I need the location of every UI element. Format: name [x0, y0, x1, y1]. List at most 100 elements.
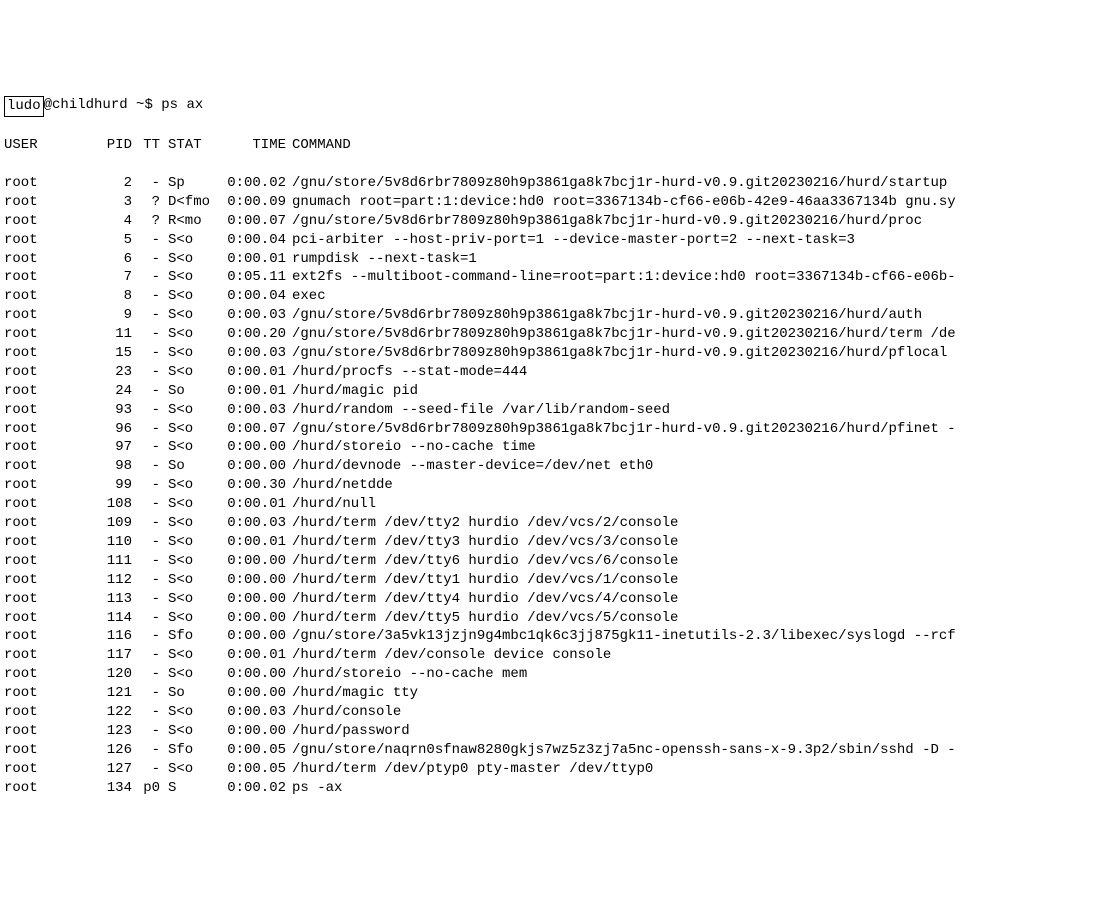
cell-tt: - — [140, 231, 164, 250]
cell-tt: - — [140, 457, 164, 476]
cell-time: 0:00.01 — [220, 646, 292, 665]
cell-user: root — [4, 646, 84, 665]
process-row: root2-Sp0:00.02/gnu/store/5v8d6rbr7809z8… — [4, 174, 1105, 193]
prompt-line[interactable]: ludo@childhurd ~$ ps ax — [4, 96, 1105, 117]
process-row: root97-S<o0:00.00/hurd/storeio --no-cach… — [4, 438, 1105, 457]
cell-tt: - — [140, 420, 164, 439]
cell-stat: S<o — [164, 571, 220, 590]
cell-pid: 110 — [84, 533, 140, 552]
cell-time: 0:00.07 — [220, 420, 292, 439]
cell-pid: 126 — [84, 741, 140, 760]
process-row: root112-S<o0:00.00/hurd/term /dev/tty1 h… — [4, 571, 1105, 590]
cell-pid: 134 — [84, 779, 140, 798]
cell-tt: - — [140, 684, 164, 703]
cell-command: /hurd/term /dev/tty6 hurdio /dev/vcs/6/c… — [292, 552, 1105, 571]
cell-user: root — [4, 609, 84, 628]
cell-stat: S<o — [164, 306, 220, 325]
cell-command: /hurd/term /dev/tty3 hurdio /dev/vcs/3/c… — [292, 533, 1105, 552]
process-row: root122-S<o0:00.03/hurd/console — [4, 703, 1105, 722]
cell-time: 0:00.00 — [220, 609, 292, 628]
cell-stat: R<mo — [164, 212, 220, 231]
process-row: root24-So0:00.01/hurd/magic pid — [4, 382, 1105, 401]
cell-stat: S<o — [164, 476, 220, 495]
cell-stat: S<o — [164, 609, 220, 628]
cell-tt: - — [140, 646, 164, 665]
process-row: root96-S<o0:00.07/gnu/store/5v8d6rbr7809… — [4, 420, 1105, 439]
cell-time: 0:00.00 — [220, 438, 292, 457]
cell-pid: 8 — [84, 287, 140, 306]
cell-pid: 4 — [84, 212, 140, 231]
cell-command: /hurd/term /dev/tty5 hurdio /dev/vcs/5/c… — [292, 609, 1105, 628]
cell-stat: Sp — [164, 174, 220, 193]
cell-stat: S<o — [164, 438, 220, 457]
cell-command: /hurd/term /dev/console device console — [292, 646, 1105, 665]
prompt-symbol: $ — [144, 97, 152, 113]
process-row: root116-Sfo0:00.00/gnu/store/3a5vk13jzjn… — [4, 627, 1105, 646]
cell-command: /hurd/storeio --no-cache time — [292, 438, 1105, 457]
cell-command: ext2fs --multiboot-command-line=root=par… — [292, 268, 1105, 287]
cell-command: gnumach root=part:1:device:hd0 root=3367… — [292, 193, 1105, 212]
cell-tt: - — [140, 325, 164, 344]
cell-user: root — [4, 457, 84, 476]
cell-user: root — [4, 514, 84, 533]
cell-time: 0:00.00 — [220, 590, 292, 609]
cell-user: root — [4, 174, 84, 193]
cell-time: 0:00.01 — [220, 495, 292, 514]
cell-user: root — [4, 760, 84, 779]
cell-pid: 123 — [84, 722, 140, 741]
cell-stat: S<o — [164, 533, 220, 552]
header-time: TIME — [220, 136, 292, 155]
cell-command: /gnu/store/5v8d6rbr7809z80h9p3861ga8k7bc… — [292, 344, 1105, 363]
cell-stat: So — [164, 457, 220, 476]
cell-pid: 113 — [84, 590, 140, 609]
cell-tt: - — [140, 401, 164, 420]
cell-command: /gnu/store/naqrn0sfnaw8280gkjs7wz5z3zj7a… — [292, 741, 1105, 760]
cell-stat: So — [164, 684, 220, 703]
cell-time: 0:00.02 — [220, 174, 292, 193]
cell-command: pci-arbiter --host-priv-port=1 --device-… — [292, 231, 1105, 250]
cell-pid: 108 — [84, 495, 140, 514]
cell-pid: 114 — [84, 609, 140, 628]
cell-stat: S<o — [164, 646, 220, 665]
cell-stat: Sfo — [164, 627, 220, 646]
cell-user: root — [4, 306, 84, 325]
cell-tt: ? — [140, 193, 164, 212]
cell-tt: - — [140, 174, 164, 193]
cell-command: /gnu/store/5v8d6rbr7809z80h9p3861ga8k7bc… — [292, 420, 1105, 439]
cell-command: /hurd/procfs --stat-mode=444 — [292, 363, 1105, 382]
cell-time: 0:00.03 — [220, 306, 292, 325]
cell-time: 0:00.00 — [220, 722, 292, 741]
cell-pid: 112 — [84, 571, 140, 590]
cell-time: 0:00.03 — [220, 401, 292, 420]
cell-time: 0:00.07 — [220, 212, 292, 231]
cell-user: root — [4, 476, 84, 495]
cell-pid: 2 — [84, 174, 140, 193]
cell-tt: - — [140, 552, 164, 571]
process-row: root121-So0:00.00/hurd/magic tty — [4, 684, 1105, 703]
cell-user: root — [4, 420, 84, 439]
cell-pid: 15 — [84, 344, 140, 363]
process-row: root99-S<o0:00.30/hurd/netdde — [4, 476, 1105, 495]
process-row: root6-S<o0:00.01rumpdisk --next-task=1 — [4, 250, 1105, 269]
header-tt: TT — [140, 136, 164, 155]
cell-tt: - — [140, 609, 164, 628]
cell-time: 0:00.30 — [220, 476, 292, 495]
cell-time: 0:00.01 — [220, 250, 292, 269]
cell-user: root — [4, 722, 84, 741]
process-row: root108-S<o0:00.01/hurd/null — [4, 495, 1105, 514]
cell-stat: D<fmo — [164, 193, 220, 212]
cell-time: 0:00.00 — [220, 665, 292, 684]
cell-command: /gnu/store/5v8d6rbr7809z80h9p3861ga8k7bc… — [292, 325, 1105, 344]
cell-stat: S<o — [164, 401, 220, 420]
cell-time: 0:00.01 — [220, 363, 292, 382]
cell-user: root — [4, 665, 84, 684]
cell-tt: - — [140, 590, 164, 609]
cell-user: root — [4, 590, 84, 609]
process-row: root111-S<o0:00.00/hurd/term /dev/tty6 h… — [4, 552, 1105, 571]
cell-stat: S<o — [164, 590, 220, 609]
cell-time: 0:00.03 — [220, 514, 292, 533]
cell-time: 0:00.00 — [220, 627, 292, 646]
cell-stat: S<o — [164, 665, 220, 684]
process-row: root127-S<o0:00.05/hurd/term /dev/ptyp0 … — [4, 760, 1105, 779]
cell-stat: S<o — [164, 703, 220, 722]
